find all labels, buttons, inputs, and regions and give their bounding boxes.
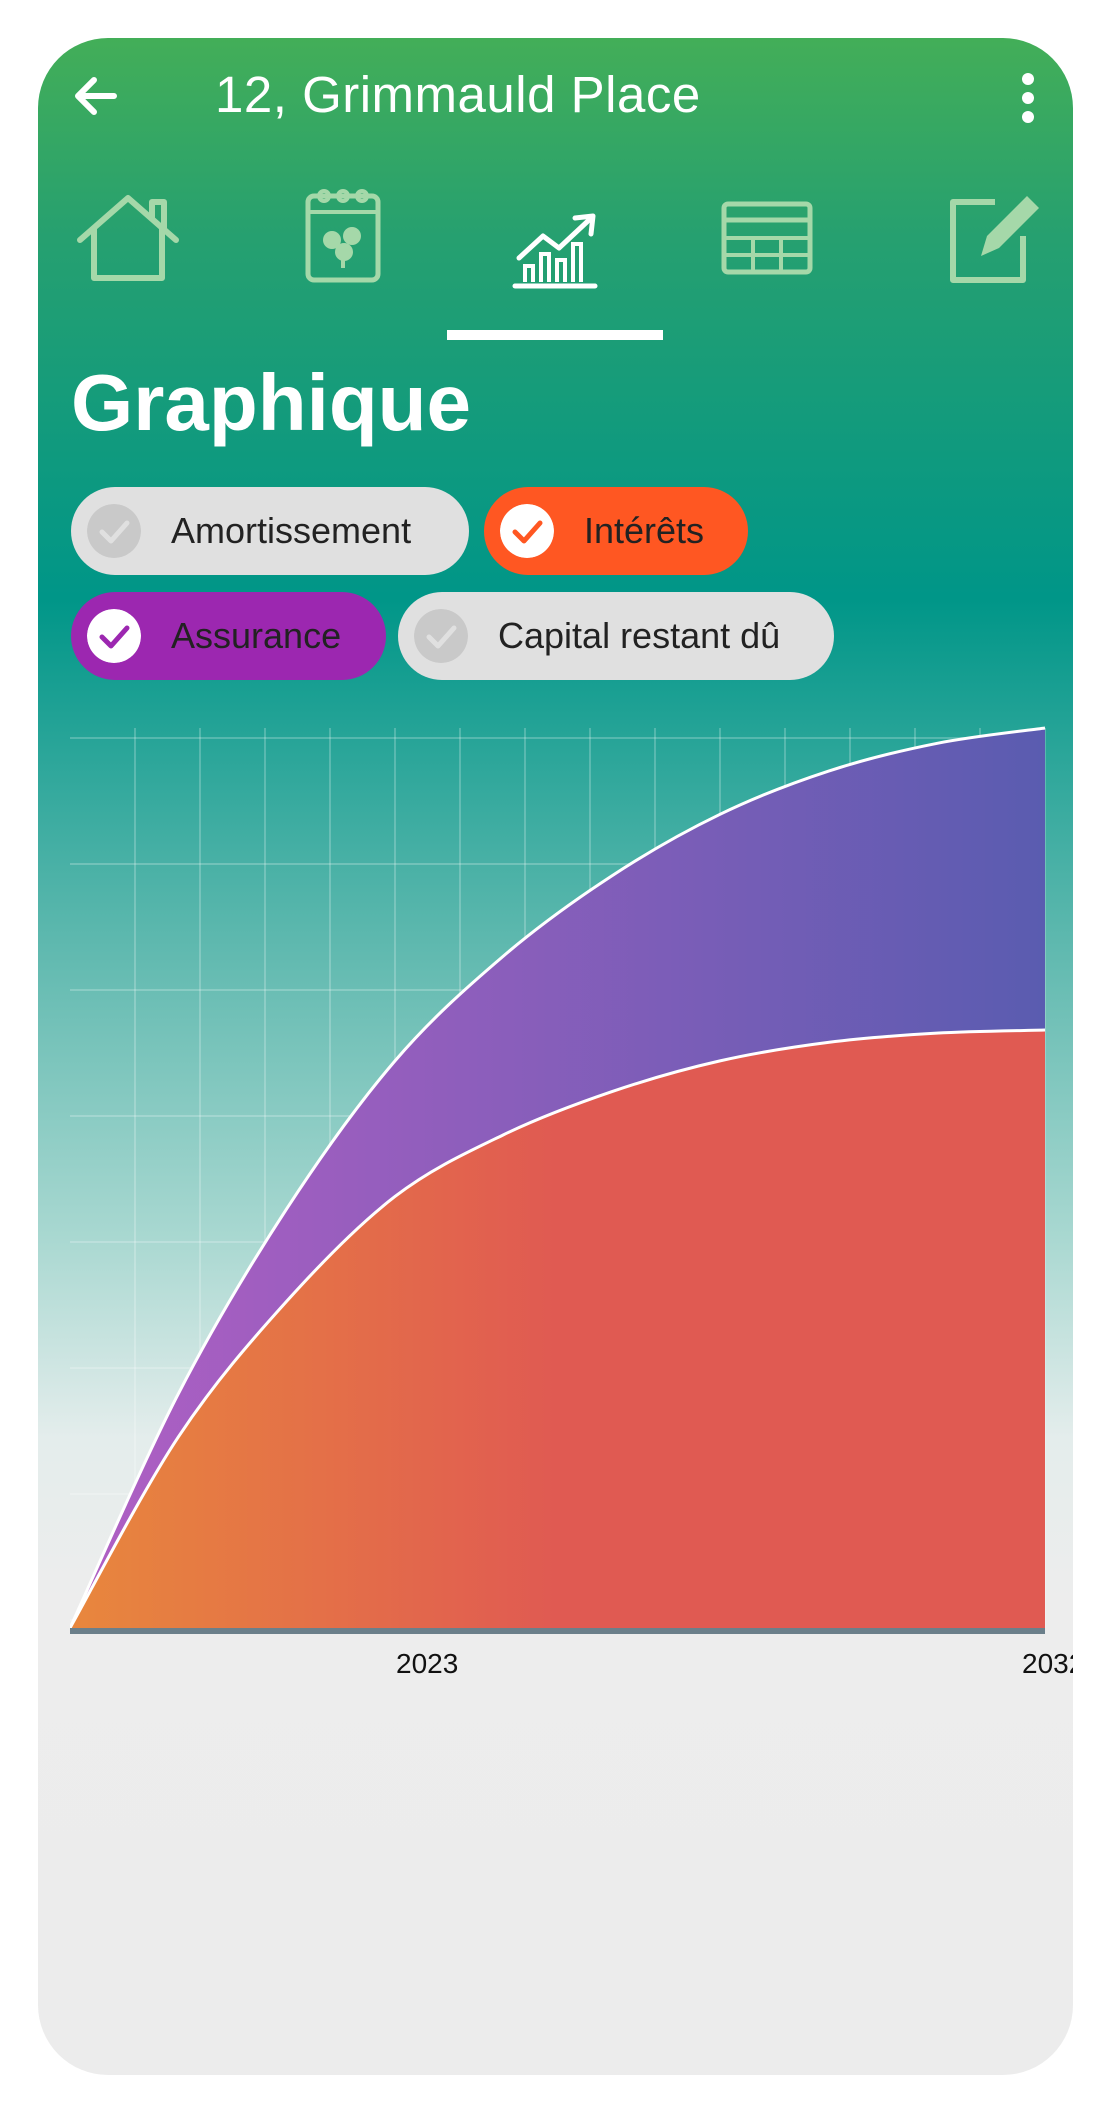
tab-chart[interactable] bbox=[495, 178, 615, 298]
tab-edit[interactable] bbox=[931, 178, 1051, 298]
x-tick-label: 2032 bbox=[1022, 1648, 1073, 1679]
tab-calendar[interactable] bbox=[282, 178, 402, 298]
chip-amortissement[interactable]: Amortissement bbox=[71, 487, 469, 575]
check-icon bbox=[500, 504, 554, 558]
table-icon bbox=[721, 201, 813, 275]
chart-canvas bbox=[68, 726, 1046, 1634]
area-chart: 2023 2032 bbox=[68, 698, 1073, 1698]
chip-interets[interactable]: Intérêts bbox=[484, 487, 748, 575]
chip-label: Assurance bbox=[171, 615, 342, 656]
tab-bar bbox=[38, 178, 1073, 348]
back-button[interactable] bbox=[66, 66, 126, 126]
check-icon bbox=[87, 504, 141, 558]
check-icon bbox=[87, 609, 141, 663]
app-screen: 12, Grimmauld Place Graphique Amortissem… bbox=[38, 38, 1073, 2075]
tab-indicator bbox=[447, 330, 663, 340]
chip-capital-restant-du[interactable]: Capital restant dû bbox=[398, 592, 834, 680]
chip-label: Intérêts bbox=[584, 510, 705, 551]
check-icon bbox=[414, 609, 468, 663]
chip-label: Capital restant dû bbox=[498, 615, 781, 656]
page-title: 12, Grimmauld Place bbox=[215, 66, 701, 123]
x-tick-label: 2023 bbox=[396, 1648, 459, 1679]
tab-table[interactable] bbox=[708, 178, 828, 298]
more-options-button[interactable] bbox=[1013, 68, 1043, 128]
chart-icon bbox=[512, 213, 598, 289]
home-icon bbox=[77, 195, 179, 281]
chip-assurance[interactable]: Assurance bbox=[71, 592, 386, 680]
edit-icon bbox=[950, 196, 1039, 283]
chip-label: Amortissement bbox=[171, 510, 412, 551]
calendar-icon bbox=[305, 189, 381, 283]
arrow-left-icon bbox=[75, 77, 117, 115]
app-bar: 12, Grimmauld Place bbox=[38, 38, 1073, 148]
more-vert-icon bbox=[1022, 73, 1034, 123]
tab-home[interactable] bbox=[68, 178, 188, 298]
section-heading: Graphique bbox=[71, 358, 472, 447]
